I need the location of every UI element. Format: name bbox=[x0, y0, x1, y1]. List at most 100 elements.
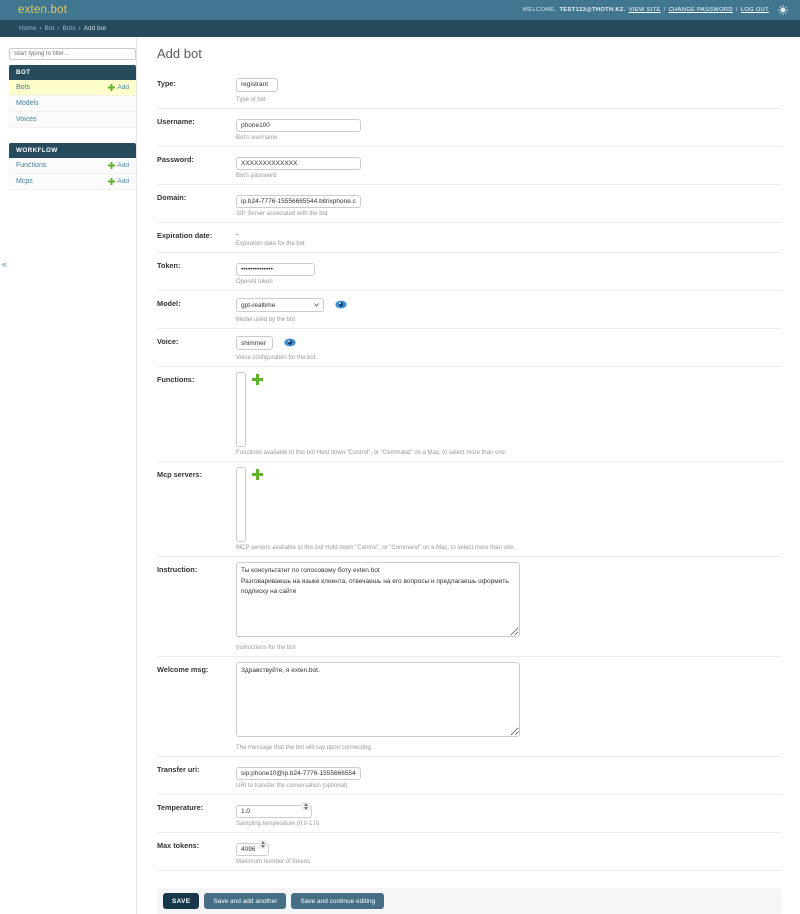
breadcrumb-current: Add bot bbox=[84, 25, 106, 32]
add-function-plus-icon[interactable] bbox=[252, 372, 263, 390]
mcp-servers-multiselect[interactable] bbox=[236, 467, 246, 542]
nav-sidebar: BOT Bots Add Models Voices WORKFLOW Func… bbox=[0, 37, 137, 914]
breadcrumb-home[interactable]: Home bbox=[19, 25, 36, 32]
sidebar-section-workflow: WORKFLOW Functions Add Mcps Add bbox=[9, 143, 136, 190]
sidebar-item-bots[interactable]: Bots Add bbox=[9, 80, 136, 96]
form-row-instruction: Instruction: Ты консультатнт по голосово… bbox=[157, 557, 782, 657]
page-title: Add bot bbox=[157, 46, 782, 61]
form-row-functions: Functions: Functions available to this b… bbox=[157, 367, 782, 462]
eye-icon[interactable] bbox=[335, 296, 347, 314]
username-input[interactable] bbox=[236, 119, 361, 132]
form-row-voice: Voice: shimmer Voice configuration for t… bbox=[157, 329, 782, 367]
field-label: Temperature: bbox=[157, 800, 236, 827]
save-and-add-another-button[interactable]: Save and add another bbox=[204, 893, 286, 909]
field-label: Voice: bbox=[157, 334, 236, 361]
main-content: Add bot Type: registrant Type of bot Use… bbox=[137, 37, 800, 914]
add-mcps-link[interactable]: Add bbox=[108, 178, 129, 185]
form-row-password: Password: Bot's password bbox=[157, 147, 782, 185]
plus-icon bbox=[108, 84, 115, 91]
eye-icon[interactable] bbox=[284, 334, 296, 352]
breadcrumb-separator: › bbox=[39, 25, 41, 32]
field-help: Maximum number of tokens bbox=[236, 859, 782, 865]
change-password-link[interactable]: Change password bbox=[669, 7, 733, 13]
sidebar-item-label[interactable]: Functions bbox=[16, 162, 46, 169]
field-label: Model: bbox=[157, 296, 236, 323]
field-help: Type of bot bbox=[236, 97, 782, 103]
field-help: Sampling temperature (0.0-1.0) bbox=[236, 821, 782, 827]
sidebar-item-models[interactable]: Models bbox=[9, 96, 136, 112]
instruction-textarea[interactable]: Ты консультатнт по голосовому боту exten… bbox=[236, 562, 520, 637]
model-select[interactable]: gpt-realtime bbox=[236, 298, 324, 312]
breadcrumb-bots[interactable]: Bots bbox=[62, 25, 75, 32]
add-functions-link[interactable]: Add bbox=[108, 162, 129, 169]
field-label: Welcome msg: bbox=[157, 662, 236, 751]
token-input[interactable] bbox=[236, 263, 315, 276]
field-help: OpenAI token bbox=[236, 279, 782, 285]
password-input[interactable] bbox=[236, 157, 361, 170]
transfer-uri-input[interactable] bbox=[236, 767, 361, 780]
functions-multiselect[interactable] bbox=[236, 372, 246, 447]
field-label: Mcp servers: bbox=[157, 467, 236, 551]
view-site-link[interactable]: View site bbox=[629, 7, 661, 13]
sidebar-item-label[interactable]: Bots bbox=[16, 84, 30, 91]
welcome-text: Welcome, bbox=[523, 7, 557, 13]
field-label: Username: bbox=[157, 114, 236, 141]
voice-select[interactable]: shimmer bbox=[236, 336, 273, 350]
domain-input[interactable] bbox=[236, 195, 361, 208]
temperature-stepper[interactable] bbox=[301, 802, 310, 811]
sidebar-filter-input[interactable] bbox=[9, 48, 136, 60]
field-label: Domain: bbox=[157, 190, 236, 217]
log-out-link[interactable]: Log out bbox=[741, 7, 769, 13]
field-help: Expiration date for the bot bbox=[236, 241, 782, 247]
field-label: Instruction: bbox=[157, 562, 236, 651]
field-help: Model used by the bot bbox=[236, 317, 782, 323]
form-row-mcp-servers: Mcp servers: MCP servers available to th… bbox=[157, 462, 782, 557]
form-row-expiration-date: Expiration date: - Expiration date for t… bbox=[157, 223, 782, 253]
form-row-type: Type: registrant Type of bot bbox=[157, 71, 782, 109]
add-mcp-server-plus-icon[interactable] bbox=[252, 467, 263, 485]
field-label: Expiration date: bbox=[157, 228, 236, 247]
field-label: Password: bbox=[157, 152, 236, 179]
form-row-transfer-uri: Transfer uri: URI to transfer the conver… bbox=[157, 757, 782, 795]
sidebar-item-functions[interactable]: Functions Add bbox=[9, 158, 136, 174]
submit-row: SAVE Save and add another Save and conti… bbox=[157, 888, 782, 914]
sidebar-item-label[interactable]: Models bbox=[16, 100, 39, 107]
step-down-icon[interactable] bbox=[261, 845, 265, 848]
field-help: URI to transfer the conversation (option… bbox=[236, 783, 782, 789]
save-button[interactable]: SAVE bbox=[163, 893, 199, 909]
sidebar-item-mcps[interactable]: Mcps Add bbox=[9, 174, 136, 190]
form-row-username: Username: Bot's username bbox=[157, 109, 782, 147]
field-help: MCP servers available to this bot Hold d… bbox=[236, 545, 782, 551]
field-help: Voice configuration for the bot bbox=[236, 355, 782, 361]
sidebar-item-label[interactable]: Mcps bbox=[16, 178, 33, 185]
field-help: The message that the bot will say upon c… bbox=[236, 745, 782, 751]
field-label: Transfer uri: bbox=[157, 762, 236, 789]
form-row-domain: Domain: SIP Server associated with the b… bbox=[157, 185, 782, 223]
max-tokens-stepper[interactable] bbox=[258, 840, 267, 849]
step-up-icon[interactable] bbox=[261, 841, 265, 844]
field-label: Type: bbox=[157, 76, 236, 103]
site-brand-link[interactable]: exten.bot bbox=[18, 4, 67, 16]
save-and-continue-editing-button[interactable]: Save and continue editing bbox=[291, 893, 384, 909]
field-label: Functions: bbox=[157, 372, 236, 456]
sidebar-item-label[interactable]: Voices bbox=[16, 116, 37, 123]
breadcrumb-bot[interactable]: Bot bbox=[45, 25, 55, 32]
separator: / bbox=[736, 7, 738, 13]
field-help: Instructions for the bot bbox=[236, 645, 782, 651]
sidebar-section-title: BOT bbox=[9, 65, 136, 80]
sidebar-collapse-toggle[interactable]: « bbox=[2, 259, 7, 269]
form-row-temperature: Temperature: Sampling temperature (0.0-1… bbox=[157, 795, 782, 833]
breadcrumb: Home › Bot › Bots › Add bot bbox=[0, 20, 800, 37]
separator: / bbox=[664, 7, 666, 13]
sidebar-item-voices[interactable]: Voices bbox=[9, 112, 136, 128]
breadcrumb-separator: › bbox=[78, 25, 80, 32]
welcome-msg-textarea[interactable]: Здравствуйте, я exten.bot. bbox=[236, 662, 520, 737]
field-help: Functions available to this bot Hold dow… bbox=[236, 450, 782, 456]
add-bots-link[interactable]: Add bbox=[108, 84, 129, 91]
step-up-icon[interactable] bbox=[304, 803, 308, 806]
chevron-down-icon bbox=[314, 303, 319, 307]
plus-icon bbox=[108, 162, 115, 169]
sun-icon[interactable] bbox=[778, 5, 788, 15]
step-down-icon[interactable] bbox=[304, 807, 308, 810]
type-select[interactable]: registrant bbox=[236, 78, 278, 92]
